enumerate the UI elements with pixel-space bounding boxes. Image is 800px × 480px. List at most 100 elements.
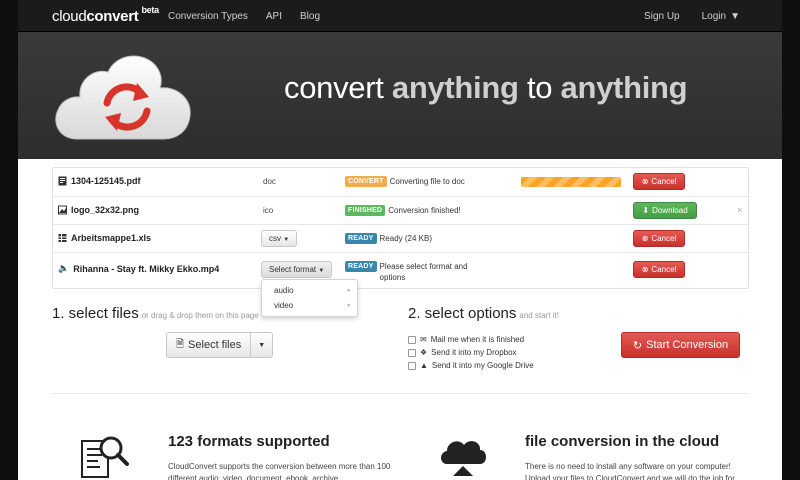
chevron-right-icon: ▸ bbox=[347, 287, 351, 294]
cancel-button[interactable]: ⊗ Cancel bbox=[633, 173, 685, 190]
section-divider bbox=[52, 393, 748, 394]
tagline-part-1: convert bbox=[284, 70, 392, 105]
file-name: 🔈 Rihanna - Stay ft. Mikky Ekko.mp4 bbox=[58, 263, 219, 274]
file-name-label: Rihanna - Stay ft. Mikky Ekko.mp4 bbox=[73, 263, 220, 274]
status-badge: READY bbox=[345, 233, 377, 244]
step1-heading: 1. select files or drag & drop them on th… bbox=[52, 305, 259, 322]
dropdown-item-audio[interactable]: audio ▸ bbox=[262, 283, 357, 298]
cancel-button[interactable]: ⊗ Cancel bbox=[633, 261, 685, 278]
option-mail: ✉ Mail me when it is finished bbox=[408, 333, 534, 346]
pdf-file-icon bbox=[58, 176, 67, 186]
right-edge bbox=[782, 0, 800, 480]
file-row: 🔈 Rihanna - Stay ft. Mikky Ekko.mp4 Sele… bbox=[53, 252, 748, 288]
file-name: Arbeitsmappe1.xls bbox=[58, 233, 151, 243]
select-files-group: 🗎 Select files ▼ bbox=[166, 332, 274, 358]
cloud-upload-icon bbox=[441, 441, 486, 476]
file-name-label: 1304-125145.pdf bbox=[71, 176, 141, 186]
signup-link[interactable]: Sign Up bbox=[644, 11, 680, 22]
dropdown-item-label: video bbox=[274, 301, 294, 310]
brand-cloud: cloud bbox=[52, 8, 87, 25]
status-text: Conversion finished! bbox=[388, 206, 461, 215]
navbar: cloudconvert beta Conversion Types API Bl… bbox=[18, 0, 782, 32]
cancel-button[interactable]: ⊗ Cancel bbox=[633, 230, 685, 247]
dropbox-icon: ❖ bbox=[420, 348, 428, 357]
feature1-title: 123 formats supported bbox=[168, 433, 330, 450]
format-select-label: Select format bbox=[269, 265, 317, 274]
progress-fill bbox=[521, 177, 621, 187]
file-row: logo_32x32.png ico FINISHED Conversion f… bbox=[53, 196, 748, 224]
nav-api[interactable]: API bbox=[266, 11, 282, 22]
file-status: READY Please select format and options bbox=[345, 261, 485, 283]
option-label: Send it into my Dropbox bbox=[431, 348, 517, 357]
status-text: Ready (24 KB) bbox=[379, 234, 432, 243]
file-format: doc bbox=[263, 177, 276, 186]
mail-icon: ✉ bbox=[420, 335, 427, 344]
chevron-right-icon: ▸ bbox=[347, 302, 351, 309]
hero-banner: convert anything to anything bbox=[18, 32, 782, 159]
option-label: Send it into my Google Drive bbox=[431, 361, 534, 370]
dropdown-item-label: audio bbox=[274, 286, 294, 295]
file-name: 1304-125145.pdf bbox=[58, 176, 141, 186]
file-status: FINISHED Conversion finished! bbox=[345, 205, 485, 216]
login-link[interactable]: Login ▼ bbox=[702, 11, 740, 22]
conversion-progress-bar bbox=[521, 177, 621, 187]
download-icon: ⬇ bbox=[642, 206, 650, 215]
step2-hint: and start it! bbox=[519, 311, 559, 320]
dropdown-item-video[interactable]: video ▸ bbox=[262, 298, 357, 313]
refresh-icon: ↻ bbox=[632, 339, 643, 352]
cancel-circle-icon: ⊗ bbox=[641, 177, 649, 186]
image-file-icon bbox=[58, 205, 67, 215]
step1-title: 1. select files bbox=[52, 305, 139, 322]
caret-down-icon: ▼ bbox=[318, 268, 325, 274]
brand-logo[interactable]: cloudconvert beta bbox=[52, 5, 159, 25]
caret-down-icon: ▼ bbox=[283, 237, 290, 243]
nav-blog[interactable]: Blog bbox=[300, 11, 320, 22]
file-format: ico bbox=[263, 206, 274, 215]
nav-account: Sign Up Login ▼ bbox=[644, 11, 740, 22]
tagline-part-3: to bbox=[518, 70, 561, 105]
dropbox-checkbox[interactable] bbox=[408, 348, 416, 357]
close-icon[interactable]: × bbox=[737, 205, 742, 215]
cancel-label: Cancel bbox=[651, 234, 677, 243]
file-row: 1304-125145.pdf doc CONVERT Converting f… bbox=[53, 168, 748, 196]
feature1-text: CloudConvert supports the conversion bet… bbox=[168, 462, 391, 480]
select-files-label: Select files bbox=[188, 339, 242, 351]
cloud-convert-logo-icon bbox=[55, 55, 191, 140]
cancel-label: Cancel bbox=[651, 177, 677, 186]
file-row: Arbeitsmappe1.xls csv ▼ READY Ready (24 … bbox=[53, 224, 748, 252]
audio-file-icon: 🔈 bbox=[58, 263, 70, 273]
beta-label: beta bbox=[141, 5, 159, 15]
document-search-icon bbox=[81, 436, 129, 478]
start-conversion-button[interactable]: ↻ Start Conversion bbox=[621, 332, 740, 358]
cancel-circle-icon: ⊗ bbox=[641, 265, 649, 274]
format-select-label: csv bbox=[269, 234, 281, 243]
options-list: ✉ Mail me when it is finished ❖ Send it in… bbox=[408, 333, 534, 372]
brand-convert: convert bbox=[86, 8, 139, 25]
step2-heading: 2. select options and start it! bbox=[408, 305, 559, 322]
option-google-drive: ▲ Send it into my Google Drive bbox=[408, 359, 534, 372]
select-files-button[interactable]: 🗎 Select files bbox=[166, 332, 252, 358]
start-conversion-label: Start Conversion bbox=[646, 339, 729, 351]
download-label: Download bbox=[652, 206, 688, 215]
format-select-button[interactable]: csv ▼ bbox=[261, 230, 298, 247]
format-select-button[interactable]: Select format ▼ bbox=[261, 261, 333, 278]
feature2-text: There is no need to install any software… bbox=[525, 462, 735, 480]
left-edge bbox=[0, 0, 18, 480]
format-dropdown-menu: audio ▸ video ▸ bbox=[261, 279, 358, 317]
tagline-part-2: anything bbox=[391, 70, 519, 105]
status-text: Please select format and options bbox=[379, 262, 468, 282]
file-name-label: logo_32x32.png bbox=[71, 205, 140, 215]
nav-conversion-types[interactable]: Conversion Types bbox=[168, 11, 248, 22]
select-files-dropdown-toggle[interactable]: ▼ bbox=[251, 332, 274, 358]
nav-links: Conversion Types API Blog bbox=[168, 11, 320, 22]
login-label: Login bbox=[701, 11, 727, 22]
google-drive-checkbox[interactable] bbox=[408, 361, 416, 370]
status-badge: CONVERT bbox=[345, 176, 387, 187]
file-status: READY Ready (24 KB) bbox=[345, 233, 485, 244]
status-badge: READY bbox=[345, 261, 377, 272]
caret-down-icon: ▼ bbox=[258, 341, 266, 349]
google-drive-icon: ▲ bbox=[420, 361, 428, 370]
download-button[interactable]: ⬇ Download bbox=[633, 202, 697, 219]
file-status: CONVERT Converting file to doc bbox=[345, 176, 485, 187]
mail-checkbox[interactable] bbox=[408, 335, 416, 344]
